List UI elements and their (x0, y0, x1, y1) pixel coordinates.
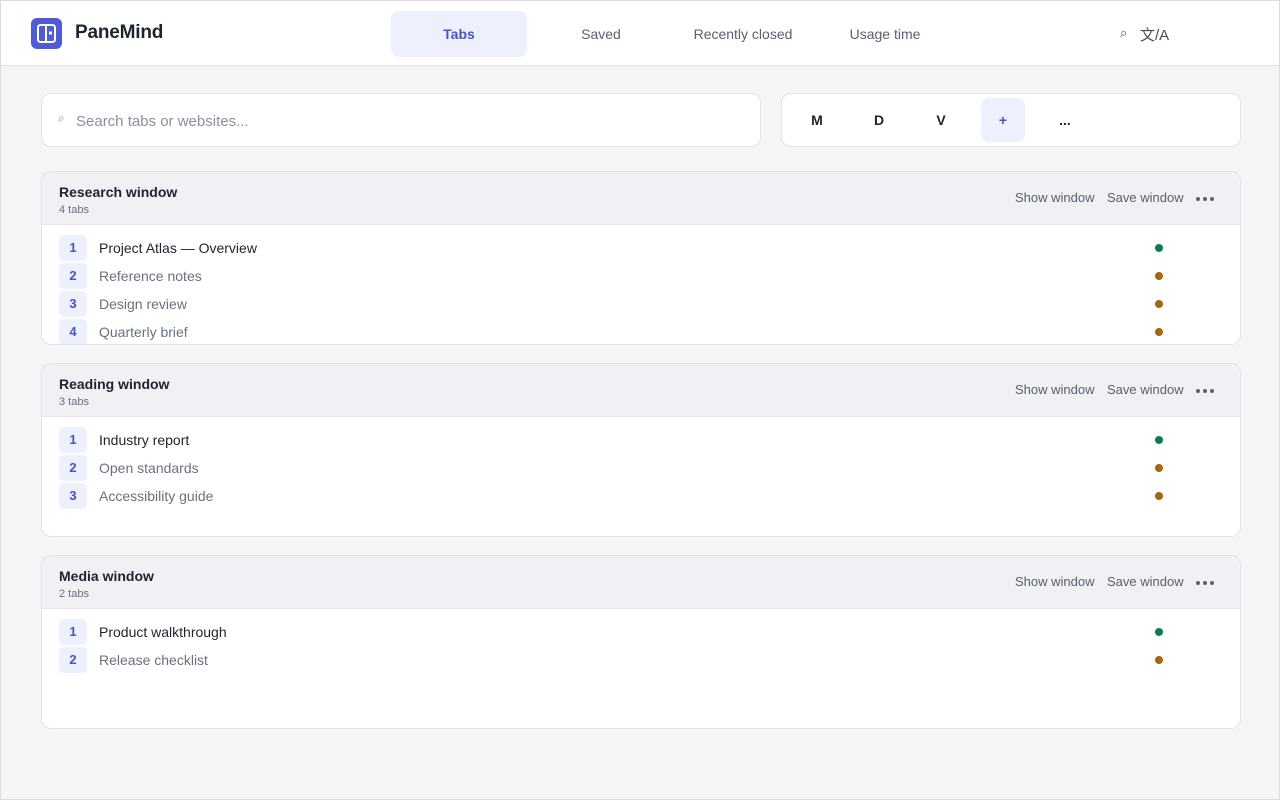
tab-row[interactable]: 3 Accessibility guide (59, 482, 1229, 510)
more-options-icon[interactable] (1196, 186, 1216, 210)
nav-tab-saved[interactable]: Saved (541, 11, 661, 57)
tab-title: Quarterly brief (99, 324, 188, 340)
status-dot (1155, 464, 1163, 472)
window-tab-count: 3 tabs (59, 396, 89, 408)
tab-row[interactable]: 2 Reference notes (59, 262, 1229, 290)
nav-tab-usage-time[interactable]: Usage time (825, 11, 945, 57)
logo-icon (31, 18, 62, 49)
filter-chip-d[interactable]: D (857, 98, 901, 142)
tab-title: Project Atlas — Overview (99, 240, 257, 256)
tab-row[interactable]: 4 Quarterly brief (59, 318, 1229, 344)
tab-row[interactable]: 3 Design review (59, 290, 1229, 318)
status-dot (1155, 436, 1163, 444)
tab-index-badge: 4 (59, 319, 87, 344)
tab-index-badge: 2 (59, 263, 87, 289)
tab-row[interactable]: 1 Product walkthrough (59, 618, 1229, 646)
tab-row[interactable]: 2 Open standards (59, 454, 1229, 482)
tab-row[interactable]: 1 Industry report (59, 426, 1229, 454)
status-dot (1155, 272, 1163, 280)
window-tab-count: 2 tabs (59, 588, 89, 600)
add-filter-button[interactable]: + (981, 98, 1025, 142)
language-toggle[interactable]: 文/A (1140, 24, 1169, 45)
tab-title: Design review (99, 296, 187, 312)
nav-tab-tabs[interactable]: Tabs (391, 11, 527, 57)
window-card-research: Research window 4 tabs Show window Save … (41, 171, 1241, 345)
search-bar[interactable]: ⌕ (41, 93, 761, 147)
status-dot (1155, 328, 1163, 336)
tab-row[interactable]: 1 Project Atlas — Overview (59, 234, 1229, 262)
status-dot (1155, 656, 1163, 664)
tab-index-badge: 2 (59, 455, 87, 481)
save-window-button[interactable]: Save window (1107, 574, 1184, 589)
window-title: Reading window (59, 376, 170, 392)
filter-chip-m[interactable]: M (795, 98, 839, 142)
status-dot (1155, 300, 1163, 308)
tab-row[interactable]: 2 Release checklist (59, 646, 1229, 674)
window-card-header: Media window 2 tabs Show window Save win… (42, 556, 1240, 609)
tab-index-badge: 2 (59, 647, 87, 673)
window-card-header: Reading window 3 tabs Show window Save w… (42, 364, 1240, 417)
more-options-icon[interactable] (1196, 378, 1216, 402)
filter-chip-v[interactable]: V (919, 98, 963, 142)
tab-title: Product walkthrough (99, 624, 227, 640)
tab-index-badge: 1 (59, 235, 87, 261)
search-input-icon: ⌕ (58, 111, 65, 125)
tab-title: Reference notes (99, 268, 202, 284)
window-card-media: Media window 2 tabs Show window Save win… (41, 555, 1241, 729)
tab-index-badge: 1 (59, 427, 87, 453)
tab-title: Industry report (99, 432, 190, 448)
more-filters-button[interactable]: ... (1043, 98, 1087, 142)
window-filter-bar: M D V + ... (781, 93, 1241, 147)
top-header: PaneMind Tabs Saved Recently closed Usag… (1, 1, 1279, 66)
status-dot (1155, 628, 1163, 636)
show-window-button[interactable]: Show window (1015, 190, 1095, 205)
window-title: Media window (59, 568, 154, 584)
more-options-icon[interactable] (1196, 570, 1216, 594)
status-dot (1155, 244, 1163, 252)
show-window-button[interactable]: Show window (1015, 574, 1095, 589)
save-window-button[interactable]: Save window (1107, 190, 1184, 205)
tab-index-badge: 3 (59, 291, 87, 317)
window-tab-count: 4 tabs (59, 204, 89, 216)
status-dot (1155, 492, 1163, 500)
window-title: Research window (59, 184, 178, 200)
brand-name: PaneMind (75, 22, 164, 43)
search-icon[interactable]: ⌕ (1120, 25, 1134, 41)
show-window-button[interactable]: Show window (1015, 382, 1095, 397)
tab-index-badge: 1 (59, 619, 87, 645)
nav-tab-recently-closed[interactable]: Recently closed (675, 11, 811, 57)
tab-title: Release checklist (99, 652, 208, 668)
window-card-header: Research window 4 tabs Show window Save … (42, 172, 1240, 225)
window-card-reading: Reading window 3 tabs Show window Save w… (41, 363, 1241, 537)
tab-title: Accessibility guide (99, 488, 214, 504)
tab-title: Open standards (99, 460, 199, 476)
save-window-button[interactable]: Save window (1107, 382, 1184, 397)
search-input[interactable] (76, 106, 736, 136)
tab-index-badge: 3 (59, 483, 87, 509)
app-frame: PaneMind Tabs Saved Recently closed Usag… (0, 0, 1280, 800)
